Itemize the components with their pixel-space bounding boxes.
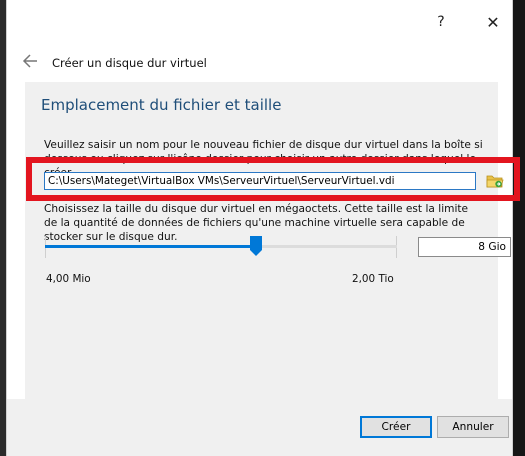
create-virtual-disk-dialog: ? ✕ Créer un disque dur virtuel Emplacem…	[6, 0, 520, 456]
title-bar: ? ✕	[7, 0, 512, 44]
wizard-content: Emplacement du fichier et taille Veuille…	[25, 82, 520, 399]
wizard-title: Créer un disque dur virtuel	[52, 56, 207, 70]
back-arrow-icon[interactable]	[22, 54, 38, 68]
section-title: Emplacement du fichier et taille	[41, 96, 282, 114]
close-icon[interactable]: ✕	[475, 8, 511, 36]
size-slider-fill	[45, 245, 257, 248]
slider-max-label: 2,00 Tio	[352, 273, 394, 285]
file-path-input[interactable]	[44, 172, 476, 190]
size-slider-thumb[interactable]	[250, 236, 263, 256]
background-right-edge	[513, 0, 525, 456]
create-button[interactable]: Créer	[360, 416, 432, 438]
slider-min-label: 4,00 Mio	[46, 273, 91, 285]
size-value-field[interactable]: 8 Gio	[418, 237, 511, 257]
folder-icon[interactable]	[486, 173, 504, 189]
help-icon[interactable]: ?	[423, 8, 459, 36]
cancel-button[interactable]: Annuler	[437, 416, 509, 438]
